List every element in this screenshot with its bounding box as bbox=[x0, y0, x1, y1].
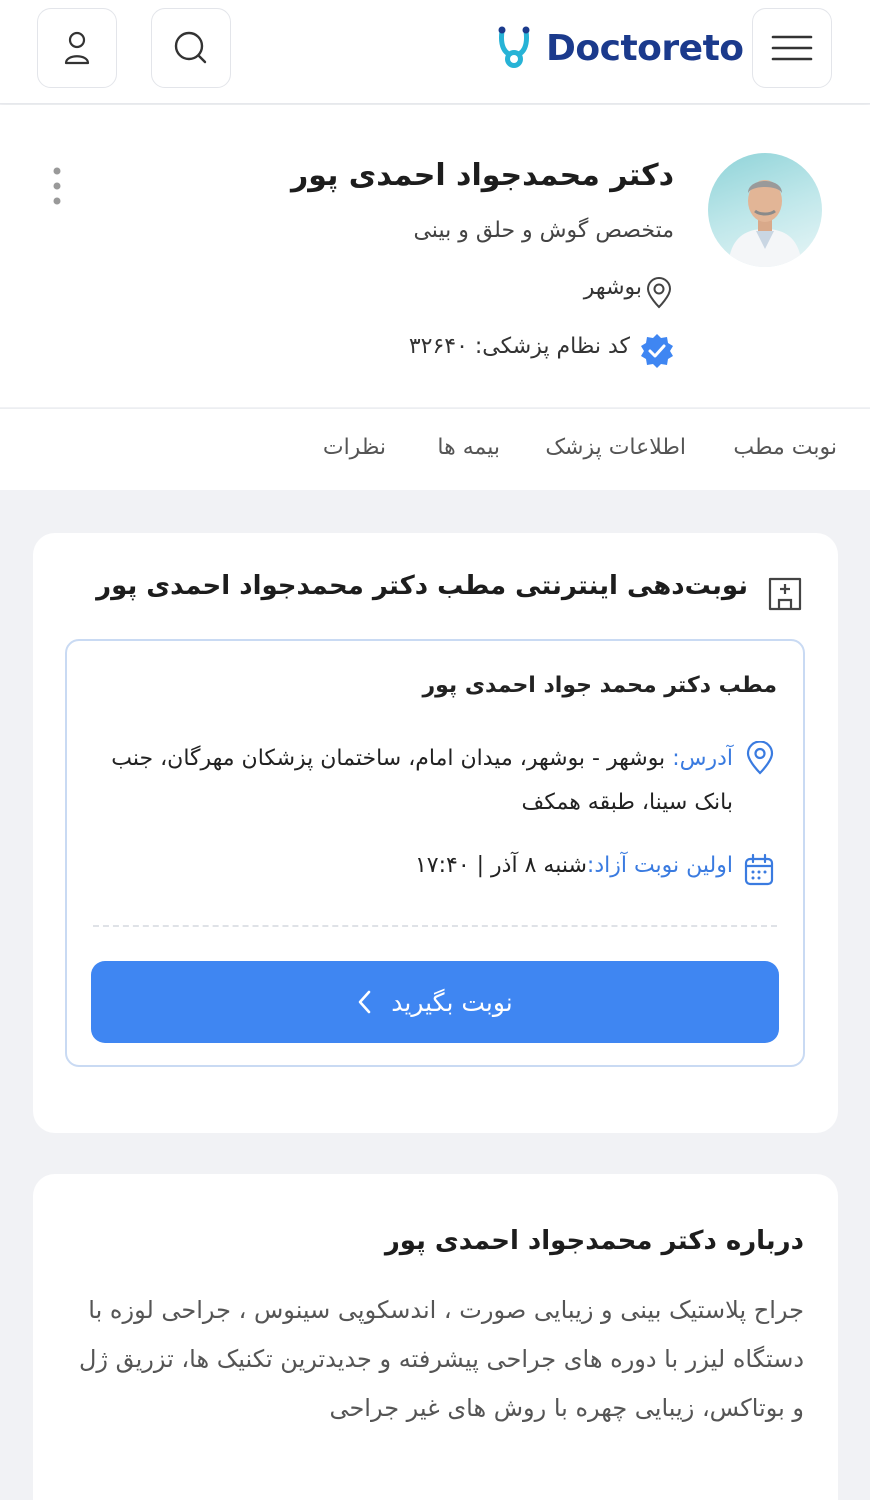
about-text: جراح پلاستیک بینی و زیبایی صورت ، اندسکو… bbox=[78, 1296, 804, 1422]
top-header: Doctoreto bbox=[0, 0, 870, 104]
tab-doctor-info[interactable]: اطلاعات پزشک bbox=[545, 435, 686, 460]
doctor-name: دکتر محمدجواد احمدی پور bbox=[290, 158, 674, 193]
medical-code: کد نظام پزشکی: ۳۲۶۴۰ bbox=[408, 334, 630, 359]
calendar-icon bbox=[743, 853, 775, 891]
book-appointment-button[interactable]: نوبت بگیرید bbox=[91, 961, 779, 1043]
more-options-button[interactable] bbox=[50, 166, 64, 206]
first-available-appointment: اولین نوبت آزاد:شنبه ۸ آذر | ۱۷:۴۰ bbox=[415, 853, 733, 878]
book-appointment-label: نوبت بگیرید bbox=[391, 987, 513, 1017]
doctor-specialty: متخصص گوش و حلق و بینی bbox=[413, 218, 674, 243]
about-title: درباره دکتر محمدجواد احمدی پور bbox=[384, 1226, 804, 1256]
office-title: مطب دکتر محمد جواد احمدی پور bbox=[422, 673, 777, 698]
logo-text: Doctoreto bbox=[546, 27, 744, 69]
hamburger-menu-icon bbox=[771, 35, 813, 61]
search-button[interactable] bbox=[151, 8, 231, 88]
user-account-button[interactable] bbox=[37, 8, 117, 88]
tab-reviews[interactable]: نظرات bbox=[323, 435, 386, 460]
verified-badge-icon bbox=[638, 332, 676, 374]
first-available-label: اولین نوبت آزاد: bbox=[586, 853, 733, 878]
booking-card: نوبت‌دهی اینترنتی مطب دکتر محمدجواد احمد… bbox=[33, 533, 838, 1133]
user-icon bbox=[64, 31, 90, 65]
clinic-building-icon bbox=[766, 571, 804, 615]
profile-tabs: نوبت مطب اطلاعات پزشک بیمه ها نظرات bbox=[0, 408, 870, 490]
tab-insurance[interactable]: بیمه ها bbox=[437, 435, 500, 460]
doctor-city: بوشهر bbox=[583, 275, 642, 300]
doctor-avatar bbox=[708, 153, 822, 267]
office-address: آدرس: بوشهر - بوشهر، میدان امام، ساختمان… bbox=[93, 737, 733, 825]
office-box: مطب دکتر محمد جواد احمدی پور آدرس: بوشهر… bbox=[65, 639, 805, 1067]
tab-office-appointment[interactable]: نوبت مطب bbox=[733, 435, 837, 460]
chevron-left-icon bbox=[358, 990, 371, 1014]
kebab-menu-icon bbox=[53, 167, 61, 205]
first-available-value: شنبه ۸ آذر | ۱۷:۴۰ bbox=[414, 853, 587, 878]
dashed-divider bbox=[93, 925, 777, 927]
booking-title: نوبت‌دهی اینترنتی مطب دکتر محمدجواد احمد… bbox=[96, 571, 748, 601]
address-label: آدرس: bbox=[672, 746, 733, 771]
search-icon bbox=[174, 31, 207, 64]
address-pin-icon bbox=[745, 740, 775, 779]
address-value: بوشهر - بوشهر، میدان امام، ساختمان پزشکا… bbox=[111, 746, 733, 815]
location-pin-icon bbox=[644, 277, 674, 313]
stethoscope-logo-icon bbox=[498, 26, 530, 68]
about-card: درباره دکتر محمدجواد احمدی پور جراح پلاس… bbox=[33, 1174, 838, 1500]
menu-button[interactable] bbox=[752, 8, 832, 88]
doctoreto-logo[interactable]: Doctoreto bbox=[494, 22, 744, 74]
